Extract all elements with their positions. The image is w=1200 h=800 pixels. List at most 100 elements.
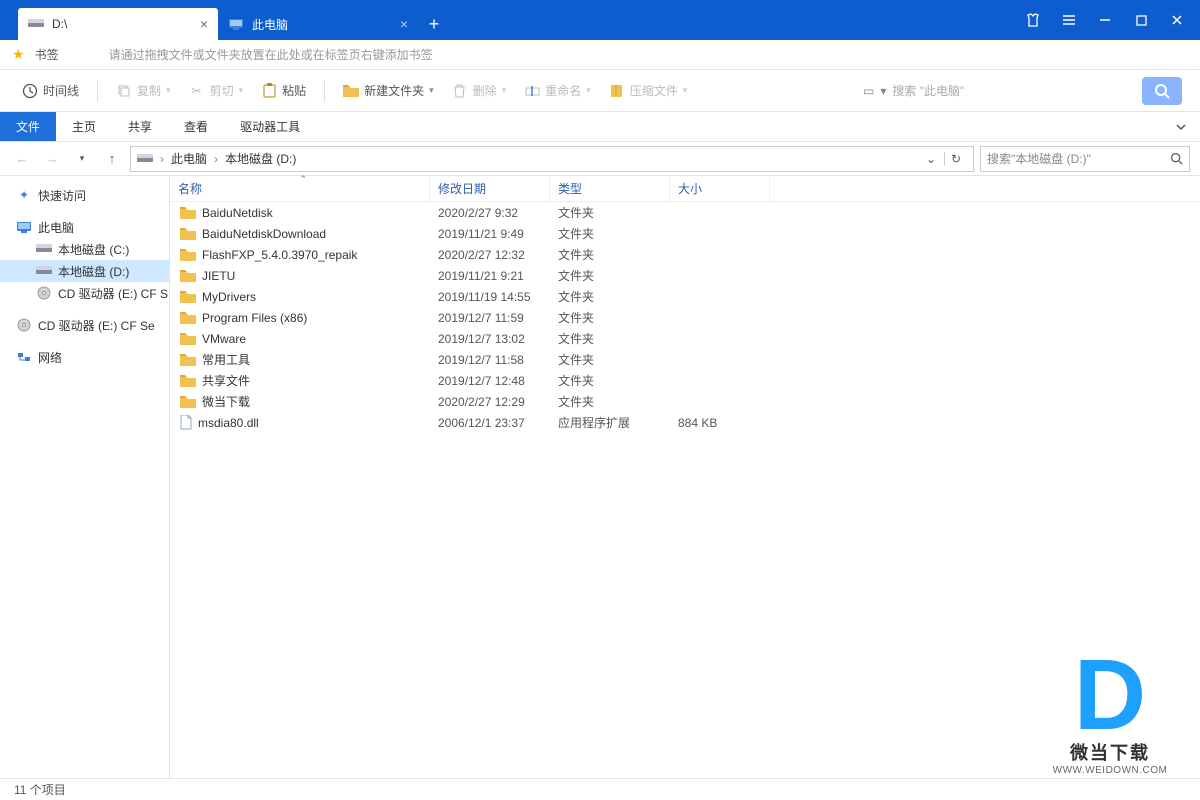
recent-button[interactable]: ▾ [70, 147, 94, 171]
file-row[interactable]: 微当下载2020/2/27 12:29文件夹 [170, 391, 1200, 412]
cell-date: 2006/12/1 23:37 [430, 416, 550, 430]
tab-label: 此电脑 [252, 16, 288, 33]
sidebar-item[interactable]: ✦快速访问 [0, 184, 169, 206]
folder-icon [180, 332, 196, 345]
delete-button[interactable]: 删除 ▾ [448, 79, 511, 102]
chevron-right-icon[interactable]: › [157, 152, 167, 166]
forward-button[interactable]: → [40, 147, 64, 171]
file-row[interactable]: 常用工具2019/12/7 11:58文件夹 [170, 349, 1200, 370]
file-row[interactable]: FlashFXP_5.4.0.3970_repaik2020/2/27 12:3… [170, 244, 1200, 265]
column-name[interactable]: 名称⌃ [170, 176, 430, 201]
tshirt-icon[interactable] [1016, 0, 1050, 40]
cell-date: 2019/11/21 9:21 [430, 269, 550, 283]
ribbon-expand-button[interactable] [1162, 112, 1200, 141]
star-icon: ★ [12, 46, 25, 63]
file-row[interactable]: msdia80.dll2006/12/1 23:37应用程序扩展884 KB [170, 412, 1200, 433]
close-icon[interactable]: × [400, 16, 408, 32]
sidebar-item-label: 网络 [38, 349, 62, 366]
trash-icon [452, 83, 468, 99]
sidebar-item[interactable]: 此电脑 [0, 216, 169, 238]
tool-label: 粘贴 [282, 82, 306, 99]
maximize-button[interactable] [1124, 0, 1158, 40]
timeline-button[interactable]: 时间线 [18, 79, 83, 102]
address-dropdown[interactable]: ⌄ [922, 152, 940, 166]
column-date[interactable]: 修改日期 [430, 176, 550, 201]
rename-button[interactable]: 重命名 ▾ [520, 79, 595, 102]
cut-button[interactable]: ✂ 剪切 ▾ [185, 79, 248, 102]
cell-name: 微当下载 [170, 393, 430, 410]
cell-type: 文件夹 [550, 225, 670, 242]
copy-button[interactable]: 复制 ▾ [112, 79, 175, 102]
cell-name: FlashFXP_5.4.0.3970_repaik [170, 248, 430, 262]
cd-icon [36, 285, 52, 301]
tool-label: 剪切 [210, 82, 234, 99]
file-row[interactable]: 共享文件2019/12/7 12:48文件夹 [170, 370, 1200, 391]
search-input[interactable]: ▭ ▾ 搜索 "此电脑" [856, 77, 1136, 105]
status-text: 11 个项目 [14, 781, 66, 798]
chevron-right-icon[interactable]: › [211, 152, 221, 166]
cell-type: 文件夹 [550, 288, 670, 305]
new-tab-button[interactable]: + [418, 8, 450, 40]
content-body: ✦快速访问此电脑本地磁盘 (C:)本地磁盘 (D:)CD 驱动器 (E:) CF… [0, 176, 1200, 778]
back-button[interactable]: ← [10, 147, 34, 171]
bookmarks-bar: ★ 书签 请通过拖拽文件或文件夹放置在此处或在标签页右键添加书签 [0, 40, 1200, 70]
sidebar-item[interactable]: CD 驱动器 (E:) CF S [0, 282, 169, 304]
folder-icon [180, 353, 196, 366]
ribbon-tab-drive-tools[interactable]: 驱动器工具 [224, 112, 316, 141]
file-row[interactable]: JIETU2019/11/21 9:21文件夹 [170, 265, 1200, 286]
minimize-button[interactable] [1088, 0, 1122, 40]
sidebar-item[interactable]: CD 驱动器 (E:) CF Se [0, 314, 169, 336]
search-icon[interactable] [1170, 152, 1183, 165]
file-row[interactable]: BaiduNetdisk2020/2/27 9:32文件夹 [170, 202, 1200, 223]
folder-icon [180, 311, 196, 324]
tab-this-pc[interactable]: 此电脑 × [218, 8, 418, 40]
pc-icon [16, 219, 32, 235]
cell-date: 2019/11/19 14:55 [430, 290, 550, 304]
sidebar-item[interactable]: 本地磁盘 (D:) [0, 260, 169, 282]
ribbon-tab-share[interactable]: 共享 [112, 112, 168, 141]
folder-icon [180, 290, 196, 303]
chevron-down-icon: ▾ [683, 85, 688, 96]
window-controls [1016, 0, 1200, 40]
chevron-down-icon: ▾ [239, 85, 244, 96]
tab-strip: D:\ × 此电脑 × + [0, 0, 450, 40]
close-icon[interactable]: × [200, 16, 208, 32]
sidebar-item[interactable]: 本地磁盘 (C:) [0, 238, 169, 260]
compress-button[interactable]: 压缩文件 ▾ [605, 79, 692, 102]
ribbon-tab-file[interactable]: 文件 [0, 112, 56, 141]
disk-icon [36, 263, 52, 279]
sidebar-item[interactable]: 网络 [0, 346, 169, 368]
column-headers: 名称⌃ 修改日期 类型 大小 [170, 176, 1200, 202]
file-row[interactable]: VMware2019/12/7 13:02文件夹 [170, 328, 1200, 349]
folder-icon [343, 83, 359, 99]
cd-icon [16, 317, 32, 333]
column-size[interactable]: 大小 [670, 176, 770, 201]
ribbon-tab-view[interactable]: 查看 [168, 112, 224, 141]
breadcrumb[interactable]: 此电脑 [171, 150, 207, 167]
chevron-down-icon: ▾ [166, 85, 171, 96]
cell-type: 文件夹 [550, 351, 670, 368]
close-button[interactable] [1160, 0, 1194, 40]
refresh-button[interactable]: ↻ [944, 152, 967, 166]
up-button[interactable]: ↑ [100, 147, 124, 171]
menu-icon[interactable] [1052, 0, 1086, 40]
new-folder-button[interactable]: 新建文件夹 ▾ [339, 79, 438, 102]
cell-name: BaiduNetdiskDownload [170, 227, 430, 241]
file-row[interactable]: Program Files (x86)2019/12/7 11:59文件夹 [170, 307, 1200, 328]
cell-name: 共享文件 [170, 372, 430, 389]
column-type[interactable]: 类型 [550, 176, 670, 201]
paste-button[interactable]: 粘贴 [257, 79, 310, 102]
file-row[interactable]: BaiduNetdiskDownload2019/11/21 9:49文件夹 [170, 223, 1200, 244]
tool-label: 重命名 [545, 82, 581, 99]
clipboard-icon [261, 83, 277, 99]
tool-label: 新建文件夹 [364, 82, 424, 99]
archive-icon [609, 83, 625, 99]
file-row[interactable]: MyDrivers2019/11/19 14:55文件夹 [170, 286, 1200, 307]
folder-search-input[interactable]: 搜索"本地磁盘 (D:)" [980, 146, 1190, 172]
search-button[interactable] [1142, 77, 1182, 105]
ribbon-tab-home[interactable]: 主页 [56, 112, 112, 141]
address-bar[interactable]: › 此电脑 › 本地磁盘 (D:) ⌄ ↻ [130, 146, 974, 172]
tab-d-drive[interactable]: D:\ × [18, 8, 218, 40]
breadcrumb[interactable]: 本地磁盘 (D:) [225, 150, 296, 167]
cell-type: 应用程序扩展 [550, 414, 670, 431]
